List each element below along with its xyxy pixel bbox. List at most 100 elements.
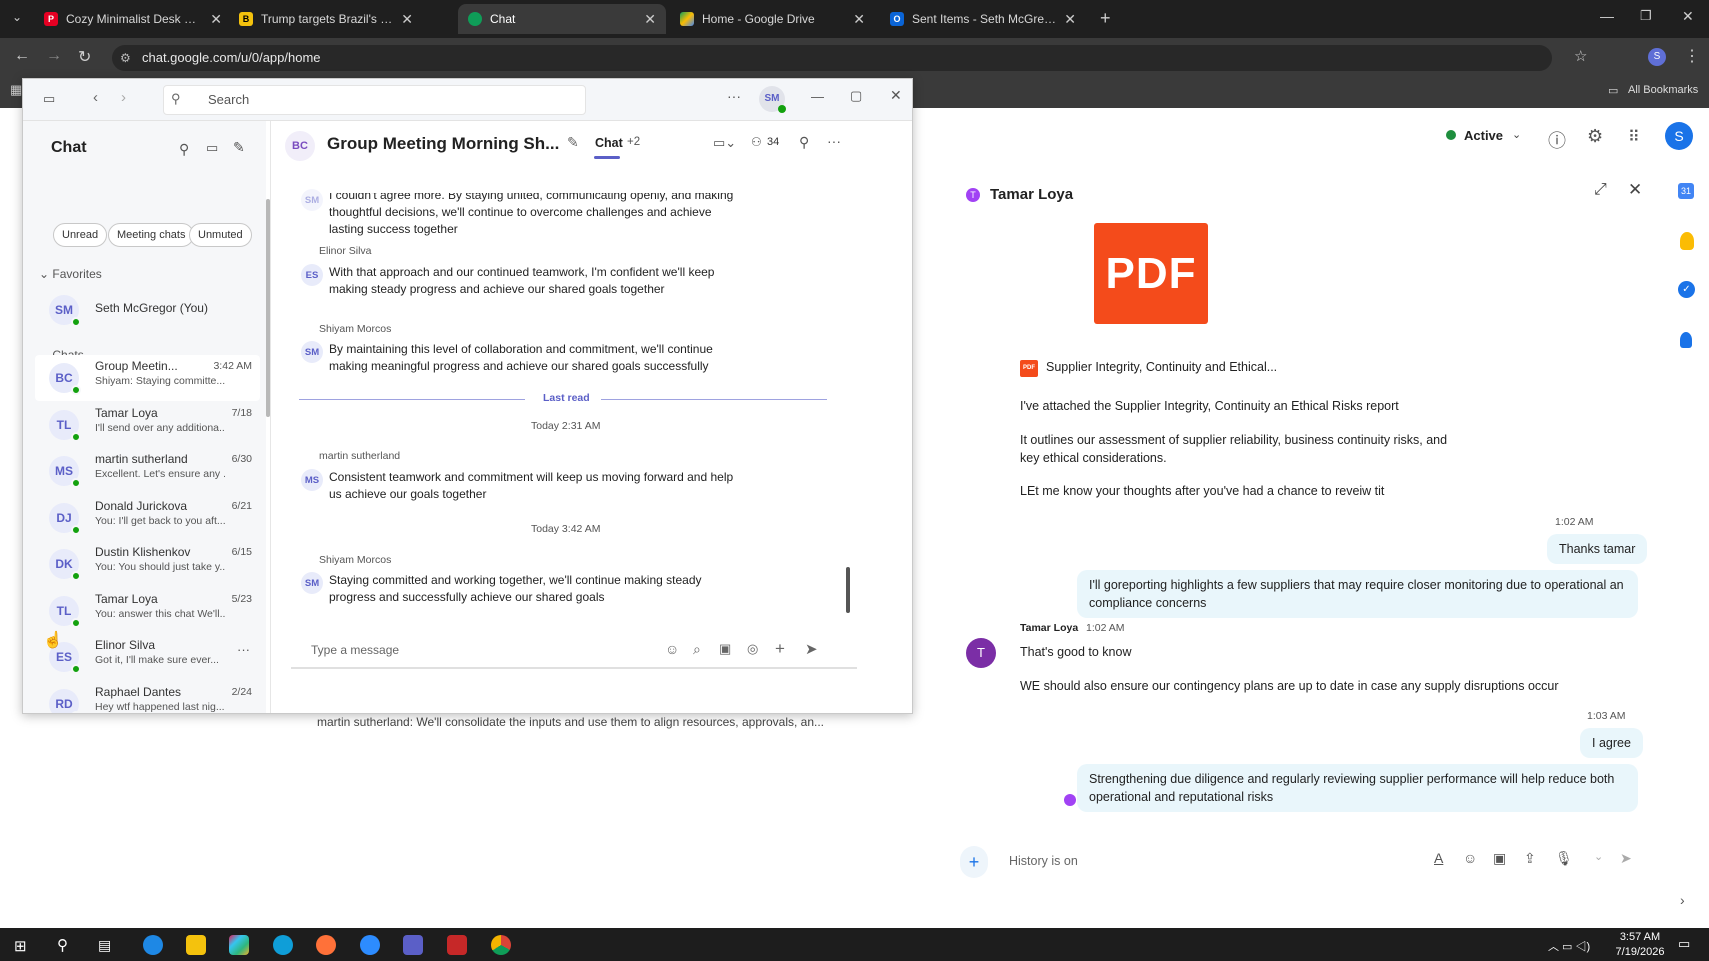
chat-list-item[interactable]: MS martin sutherland 6/30 Excellent. Let's … xyxy=(35,448,260,494)
apps-icon[interactable]: ▦ xyxy=(10,82,22,98)
filter-meeting-chats[interactable]: Meeting chats xyxy=(108,223,195,247)
status-dropdown[interactable]: Active xyxy=(1464,128,1503,143)
chevron-down-icon[interactable]: ⌄ xyxy=(1512,128,1521,141)
browser-tab[interactable]: Home - Google Drive ✕ xyxy=(670,4,875,34)
file-explorer-icon[interactable] xyxy=(186,935,206,955)
windows-start-icon[interactable]: ⊞ xyxy=(14,937,27,955)
chat-more-options-icon[interactable]: ··· xyxy=(237,642,250,657)
upload-icon[interactable]: ⇪ xyxy=(1524,850,1536,867)
compose-input[interactable]: History is on xyxy=(1009,854,1078,868)
edit-name-icon[interactable]: ✎ xyxy=(567,134,579,151)
microphone-icon[interactable]: 🎙 xyxy=(1555,850,1573,867)
clock-date[interactable]: 7/19/2026 xyxy=(1610,946,1670,958)
filter-unmuted[interactable]: Unmuted xyxy=(189,223,252,247)
attachment-name[interactable]: Supplier Integrity, Continuity and Ethic… xyxy=(1046,360,1277,374)
tab-search-icon[interactable]: ⌄ xyxy=(12,10,22,24)
help-icon[interactable]: ⓘ xyxy=(1548,127,1566,153)
close-icon[interactable]: ✕ xyxy=(890,87,902,104)
sidebar-toggle-icon[interactable]: ▭ xyxy=(43,91,55,107)
calendar-icon[interactable]: 31 xyxy=(1678,183,1694,199)
browser-tab[interactable]: PCozy Minimalist Desk Setup Ide✕ xyxy=(34,4,232,34)
internet-explorer-icon[interactable] xyxy=(143,935,163,955)
browser-tab[interactable]: BTrump targets Brazil's payment✕ xyxy=(229,4,423,34)
maximize-icon[interactable]: ▢ xyxy=(850,88,862,104)
tasks-icon[interactable]: ✓ xyxy=(1678,281,1695,298)
add-attachment-button[interactable]: + xyxy=(960,846,988,878)
chat-list-item[interactable]: BC Group Meetin... 3:42 AM Shiyam: Staying … xyxy=(35,355,260,401)
send-icon[interactable]: ➤ xyxy=(1620,850,1632,867)
slack-icon[interactable] xyxy=(229,935,249,955)
back-icon[interactable]: ‹ xyxy=(93,89,98,106)
pdf-thumbnail[interactable]: PDF xyxy=(1094,223,1208,324)
close-tab-icon[interactable]: ✕ xyxy=(853,11,865,28)
send-icon[interactable]: ➤ xyxy=(805,640,818,658)
search-icon[interactable]: ⚲ xyxy=(57,936,68,954)
chat-list-item[interactable]: TL Tamar Loya 5/23 You: answer this chat We… xyxy=(35,588,260,634)
minimize-window-icon[interactable]: — xyxy=(1600,8,1614,24)
profile-avatar[interactable]: S xyxy=(1648,48,1666,66)
attach-icon[interactable]: ⌕ xyxy=(693,641,701,658)
participant-count[interactable]: 34 xyxy=(767,136,779,148)
add-icon[interactable]: + xyxy=(775,639,785,659)
message-input[interactable]: Type a message xyxy=(311,643,399,657)
chat-list-item[interactable]: ES Elinor Silva Got it, I'll make sure eve… xyxy=(35,634,260,680)
url-input[interactable]: chat.google.com/u/0/app/home xyxy=(112,45,1552,71)
contacts-icon[interactable] xyxy=(1680,332,1692,348)
account-avatar[interactable]: S xyxy=(1665,122,1693,150)
tab-chat[interactable]: Chat xyxy=(595,136,623,150)
restore-window-icon[interactable]: ❐ xyxy=(1640,8,1652,24)
new-tab-icon[interactable]: + xyxy=(1100,8,1111,29)
conversation-scrollbar[interactable] xyxy=(846,567,850,613)
text-format-icon[interactable]: A xyxy=(1434,850,1443,866)
chat-list-item[interactable]: RD Raphael Dantes 2/24 Hey wtf happened las… xyxy=(35,681,260,713)
participants-icon[interactable]: ⚇ xyxy=(751,135,762,149)
chevron-down-icon[interactable]: ⌄ xyxy=(1594,850,1603,863)
more-options-icon[interactable]: ··· xyxy=(727,88,741,104)
bookmark-star-icon[interactable]: ☆ xyxy=(1574,47,1587,65)
forward-icon[interactable]: › xyxy=(121,89,126,106)
meet-now-icon[interactable]: ▭ xyxy=(206,140,218,156)
image-icon[interactable]: ▣ xyxy=(719,641,731,657)
browser-tab-active[interactable]: Chat ✕ xyxy=(458,4,666,34)
menu-dots-icon[interactable]: ⋮ xyxy=(1684,46,1700,66)
close-tab-icon[interactable]: ✕ xyxy=(401,11,413,28)
close-tab-icon[interactable]: ✕ xyxy=(210,11,222,28)
loop-icon[interactable]: ◎ xyxy=(747,641,758,657)
chat-list-item[interactable]: TL Tamar Loya 7/18 I'll send over any addit… xyxy=(35,402,260,448)
google-apps-icon[interactable]: ⠿ xyxy=(1628,127,1640,147)
compose-box[interactable]: Type a message ☺ ⌕ ▣ ◎ + ➤ xyxy=(291,633,857,669)
open-in-new-icon[interactable]: ⤢ xyxy=(1594,181,1607,199)
settings-gear-icon[interactable]: ⚙ xyxy=(1587,126,1603,147)
teams-icon[interactable] xyxy=(403,935,423,955)
search-input[interactable]: Search xyxy=(163,85,586,115)
close-window-icon[interactable]: ✕ xyxy=(1682,8,1694,25)
gif-icon[interactable]: ▣ xyxy=(1493,850,1506,867)
favorite-item[interactable]: SM Seth McGregor (You) xyxy=(35,287,260,333)
emoji-icon[interactable]: ☺ xyxy=(1463,850,1477,866)
chrome-icon[interactable] xyxy=(491,935,511,955)
chat-list-item[interactable]: DK Dustin Klishenkov 6/15 You: You should j… xyxy=(35,541,260,587)
zoom-icon[interactable] xyxy=(360,935,380,955)
video-call-icon[interactable]: ▭⌄ xyxy=(713,135,736,151)
back-icon[interactable]: ← xyxy=(14,47,30,65)
filter-unread[interactable]: Unread xyxy=(53,223,108,247)
notifications-icon[interactable]: ▭ xyxy=(1678,936,1690,952)
firefox-icon[interactable] xyxy=(316,935,336,955)
browser-tab[interactable]: OSent Items - Seth McGregor - C✕ xyxy=(880,4,1086,34)
search-icon[interactable]: ⚲ xyxy=(179,141,189,158)
close-tab-icon[interactable]: ✕ xyxy=(644,11,656,28)
new-chat-icon[interactable]: ✎ xyxy=(233,139,245,156)
tab-more[interactable]: +2 xyxy=(627,136,640,148)
keep-icon[interactable] xyxy=(1680,232,1694,250)
reload-icon[interactable]: ↻ xyxy=(78,47,91,67)
close-tab-icon[interactable]: ✕ xyxy=(1064,11,1076,28)
forward-icon[interactable]: → xyxy=(46,47,62,65)
edge-icon[interactable] xyxy=(273,935,293,955)
search-icon[interactable]: ⚲ xyxy=(799,134,809,151)
app-icon[interactable] xyxy=(447,935,467,955)
expand-side-panel-icon[interactable]: › xyxy=(1680,892,1685,908)
more-options-icon[interactable]: ··· xyxy=(827,133,841,149)
clock-time[interactable]: 3:57 AM xyxy=(1610,931,1670,943)
chat-list-item[interactable]: DJ Donald Jurickova 6/21 You: I'll get back… xyxy=(35,495,260,541)
task-view-icon[interactable]: ▤ xyxy=(98,937,111,954)
